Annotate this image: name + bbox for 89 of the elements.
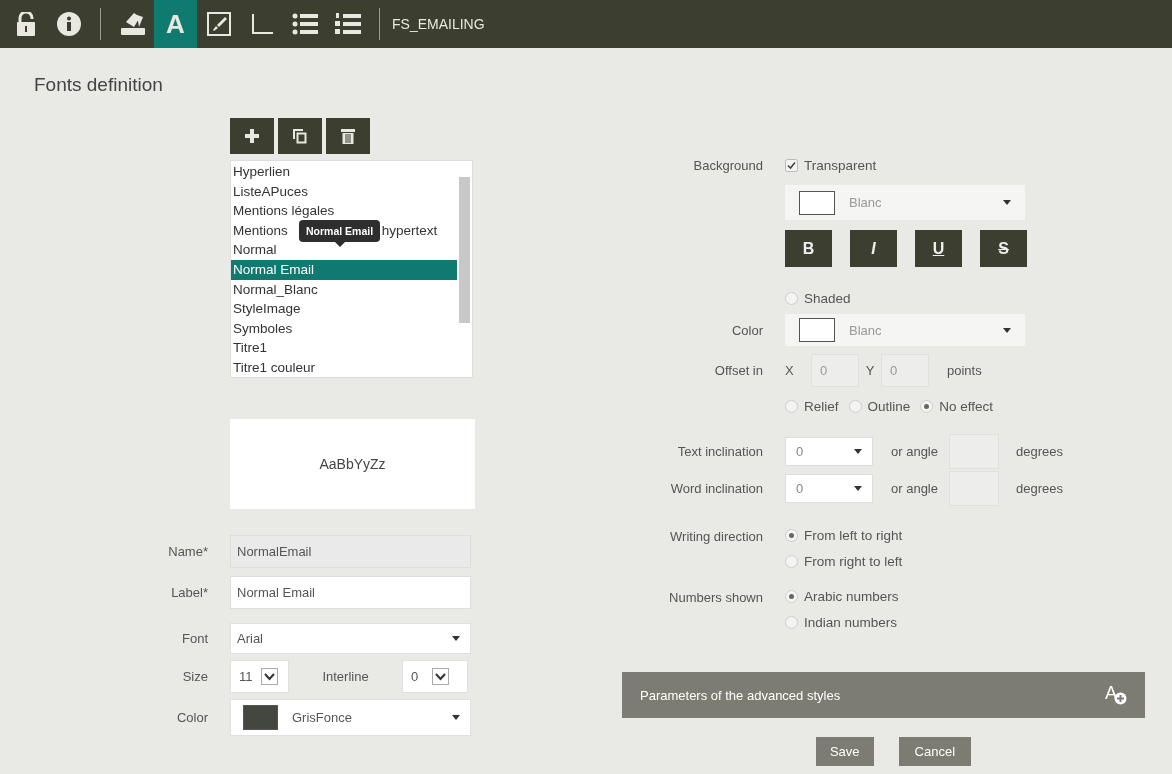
- strike-button[interactable]: S: [980, 230, 1027, 267]
- option-label: From left to right: [804, 528, 903, 543]
- caret-icon: [1003, 327, 1011, 333]
- radio-button[interactable]: [785, 400, 798, 413]
- label-field[interactable]: Normal Email: [230, 576, 471, 609]
- section-title: Parameters of the advanced styles: [640, 687, 841, 703]
- cancel-button[interactable]: Cancel: [898, 737, 972, 766]
- option-label: Shaded: [804, 291, 851, 306]
- radio-button[interactable]: [785, 292, 798, 305]
- list-item[interactable]: Hyperlien: [231, 162, 457, 182]
- option-label: Transparent: [804, 158, 877, 173]
- brush-icon: [206, 12, 231, 36]
- option-label: Indian numbers: [804, 615, 898, 630]
- corner-icon: [249, 12, 274, 36]
- list-item[interactable]: Mentions légales: [231, 201, 457, 221]
- size-select[interactable]: 11: [230, 660, 289, 693]
- tooltip: Normal Email: [299, 220, 381, 247]
- list-item[interactable]: Titre1 couleur: [231, 357, 457, 377]
- field-label: Color: [176, 710, 208, 725]
- underline-button[interactable]: U: [915, 230, 962, 267]
- list-item[interactable]: StyleImage: [231, 299, 457, 319]
- copy-button[interactable]: [278, 118, 322, 154]
- save-button[interactable]: Save: [815, 737, 874, 766]
- unit-label: degrees: [1016, 481, 1063, 496]
- field-label: Writing direction: [670, 529, 763, 544]
- option-label: Relief: [804, 399, 839, 414]
- field-label: Font: [182, 631, 208, 646]
- field-label: or angle: [891, 444, 939, 459]
- delete-button[interactable]: [326, 118, 370, 154]
- axis-label: Y: [864, 363, 876, 378]
- font-select[interactable]: Arial: [230, 623, 471, 654]
- field-label: or angle: [891, 481, 939, 496]
- radio-button[interactable]: [785, 529, 798, 542]
- option-label: No effect: [939, 399, 994, 414]
- field-label: Interline: [321, 669, 370, 684]
- option-label: Arabic numbers: [804, 589, 899, 604]
- option-label: Outline: [867, 399, 911, 414]
- document-title: FS_EMAILING: [392, 16, 485, 32]
- radio-button[interactable]: [920, 400, 934, 413]
- chevron-icon: [435, 672, 447, 681]
- field-label: Word inclination: [670, 481, 763, 496]
- field-label: Offset in: [714, 363, 763, 378]
- field-label: Size: [182, 669, 208, 684]
- checkbox[interactable]: [785, 159, 798, 172]
- unit-label: points: [947, 363, 982, 378]
- radio-button[interactable]: [848, 400, 862, 413]
- plus-icon: [245, 129, 259, 143]
- caret-icon: [854, 486, 862, 491]
- color-select[interactable]: GrisFonce: [230, 699, 471, 736]
- list-item[interactable]: Titre1: [231, 338, 457, 358]
- preview-text: AaBbYyZz: [319, 456, 386, 472]
- page-title: Fonts definition: [34, 74, 163, 95]
- caret-icon: [854, 449, 862, 454]
- caret-icon: [452, 636, 460, 641]
- list-item[interactable]: Symboles: [231, 318, 457, 339]
- font-tab[interactable]: A: [154, 0, 197, 48]
- field-label: Name*: [168, 544, 208, 559]
- field-label: Numbers shown: [669, 590, 763, 605]
- list-item[interactable]: Normal Email: [231, 259, 457, 280]
- lock-icon: [16, 12, 35, 36]
- option-label: From right to left: [804, 554, 903, 569]
- field-label: Label*: [171, 585, 208, 600]
- axis-label: X: [785, 363, 795, 378]
- radio-button[interactable]: [785, 616, 798, 629]
- numbered-list-icon: [334, 12, 361, 36]
- caret-icon: [452, 715, 460, 720]
- chevron-icon: [263, 672, 275, 681]
- caret-icon: [1003, 200, 1011, 205]
- copy-icon: [293, 128, 307, 144]
- list-item[interactable]: ListeAPuces: [231, 181, 457, 202]
- list-item[interactable]: Mentions: [233, 220, 288, 241]
- bold-button[interactable]: B: [785, 230, 832, 267]
- field-label: Text inclination: [677, 444, 763, 459]
- unit-label: degrees: [1016, 444, 1063, 459]
- bullet-list-icon: [291, 12, 318, 36]
- trash-icon: [341, 128, 355, 144]
- list-item[interactable]: Normal_Blanc: [231, 279, 457, 300]
- radio-button[interactable]: [785, 555, 798, 568]
- field-label: Background: [693, 158, 763, 173]
- inclination-select[interactable]: 0: [785, 437, 873, 466]
- inclination-select[interactable]: 0: [785, 474, 873, 503]
- add-button[interactable]: [230, 118, 274, 154]
- field-label: Color: [731, 322, 763, 338]
- tray-icon: [119, 12, 146, 36]
- interline-select[interactable]: 0: [402, 660, 468, 693]
- radio-button[interactable]: [785, 590, 798, 603]
- italic-button[interactable]: I: [850, 230, 897, 267]
- list-item[interactable]: hypertext: [381, 220, 438, 241]
- info-icon: [56, 12, 81, 36]
